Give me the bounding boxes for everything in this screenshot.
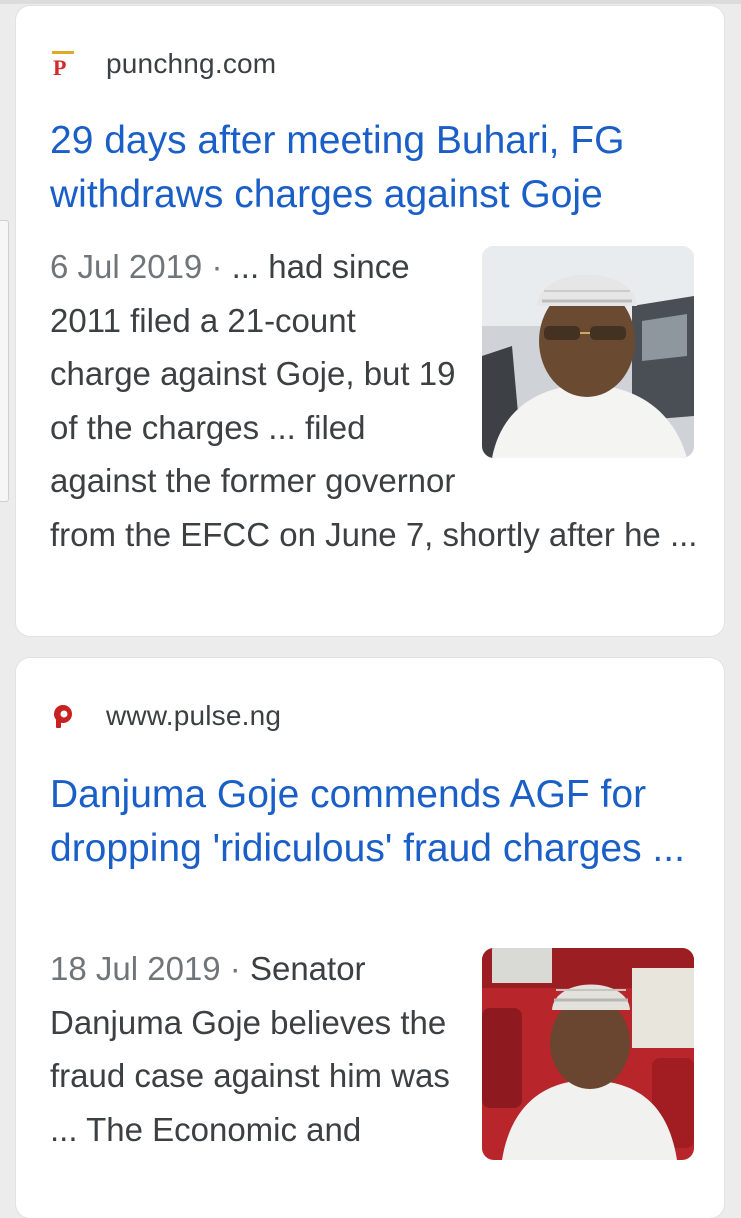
result-thumbnail[interactable] [482,246,694,458]
top-divider [0,0,741,4]
punch-p-icon: P [50,51,76,77]
result-title-link[interactable]: Danjuma Goje commends AGF for dropping '… [50,768,690,876]
result-thumbnail[interactable] [482,948,694,1160]
result-snippet: 6 Jul 2019 · ... had since 2011 filed a … [50,240,700,561]
result-source[interactable]: P punchng.com [50,44,276,84]
result-source[interactable]: www.pulse.ng [50,696,281,736]
search-result-card[interactable]: P punchng.com 29 days after meeting Buha… [16,6,724,636]
result-date: 18 Jul 2019 [50,950,221,987]
result-title-link[interactable]: 29 days after meeting Buhari, FG withdra… [50,114,690,222]
result-snippet: 18 Jul 2019 · Senator Danjuma Goje belie… [50,942,700,1168]
date-separator: · [220,950,250,987]
svg-text:P: P [53,55,66,77]
pulse-p-icon [50,703,76,729]
result-date: 6 Jul 2019 [50,248,203,285]
edge-panel-handle[interactable] [0,220,9,502]
date-separator: · [202,248,232,285]
search-result-card[interactable]: www.pulse.ng Danjuma Goje commends AGF f… [16,658,724,1218]
source-domain: www.pulse.ng [106,700,282,731]
source-domain: punchng.com [106,48,277,79]
